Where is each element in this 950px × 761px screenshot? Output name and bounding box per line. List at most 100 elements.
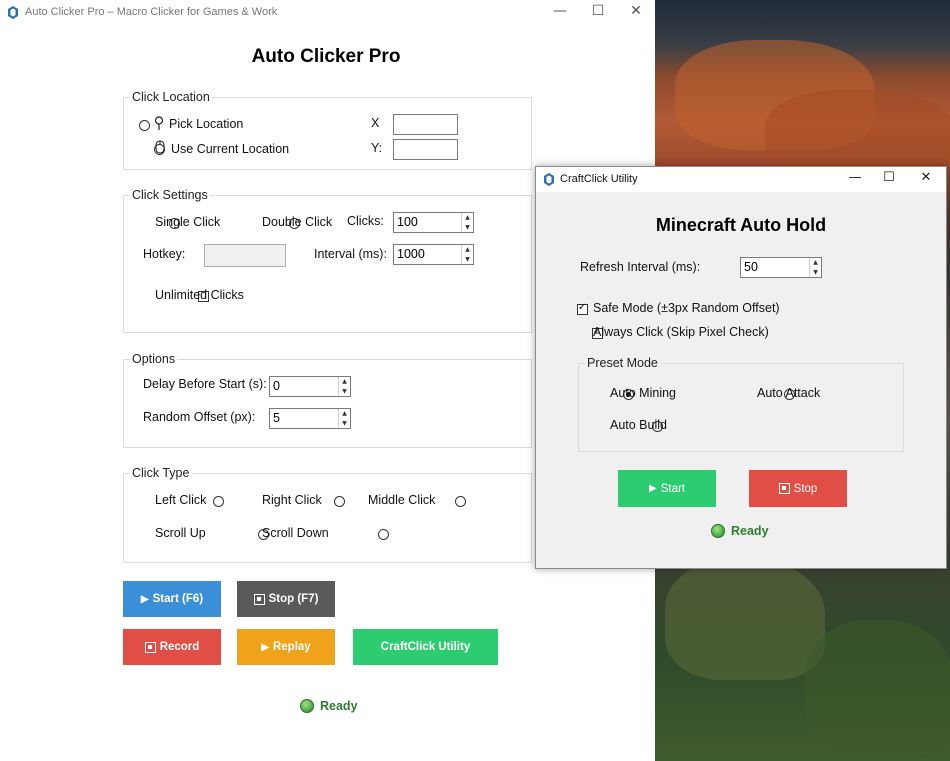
random-offset-stepper[interactable]: 5 ▲ ▼: [269, 408, 351, 429]
close-button[interactable]: ✕: [617, 0, 655, 24]
delay-stepper[interactable]: 0 ▲ ▼: [269, 376, 351, 397]
y-label: Y:: [371, 141, 383, 155]
utility-status-text: Ready: [731, 524, 769, 538]
page-title: Auto Clicker Pro: [251, 46, 401, 67]
middle-click-label: Middle Click: [368, 493, 436, 507]
interval-stepper[interactable]: 1000 ▲ ▼: [393, 244, 474, 265]
use-current-location-label: Use Current Location: [171, 142, 290, 156]
safe-mode-checkbox[interactable]: [577, 302, 588, 315]
delay-label: Delay Before Start (s):: [143, 377, 267, 391]
minimize-button[interactable]: —: [541, 0, 579, 24]
app-logo-icon: [544, 173, 554, 189]
click-settings-legend: Click Settings: [132, 188, 208, 202]
auto-build-label: Auto Build: [610, 418, 667, 432]
delay-value: 0: [273, 379, 280, 393]
app-logo-icon: [8, 5, 18, 19]
play-icon: ▶: [140, 593, 149, 605]
replay-button-label: Replay: [272, 641, 311, 653]
utility-titlebar: CraftClick Utility — ☐ ✕: [536, 167, 946, 192]
record-button[interactable]: Record: [123, 629, 221, 665]
utility-stop-label: Stop: [793, 482, 818, 495]
spin-up-icon[interactable]: ▲: [462, 213, 473, 223]
utility-close-button[interactable]: ✕: [911, 170, 941, 185]
pin-icon: [154, 116, 164, 134]
craftclick-button-label: CraftClick Utility: [380, 641, 471, 653]
spin-down-icon[interactable]: ▼: [462, 223, 473, 233]
x-label: X: [371, 116, 380, 130]
spin-down-icon[interactable]: ▼: [810, 268, 821, 278]
mouse-icon: [155, 140, 165, 158]
start-button-label: Start (F6): [152, 593, 204, 605]
craftclick-utility-window: CraftClick Utility — ☐ ✕ Minecraft Auto …: [535, 166, 947, 569]
pick-location-radio[interactable]: [139, 120, 150, 131]
clicks-stepper[interactable]: 100 ▲ ▼: [393, 212, 474, 233]
options-legend: Options: [132, 352, 176, 366]
utility-stop-button[interactable]: Stop: [749, 470, 847, 507]
utility-maximize-button[interactable]: ☐: [874, 170, 904, 185]
refresh-interval-value: 50: [744, 260, 758, 274]
spin-up-icon[interactable]: ▲: [462, 245, 473, 255]
play-icon: ▶: [649, 483, 657, 494]
craftclick-utility-button[interactable]: CraftClick Utility: [353, 629, 498, 665]
safe-mode-label: Safe Mode (±3px Random Offset): [593, 301, 780, 315]
spin-down-icon[interactable]: ▼: [462, 255, 473, 265]
scroll-down-label: Scroll Down: [262, 526, 329, 540]
utility-window-title: CraftClick Utility: [560, 173, 638, 185]
spin-up-icon[interactable]: ▲: [339, 377, 350, 387]
play-icon: ▶: [261, 641, 269, 653]
main-status: Ready: [300, 699, 358, 713]
refresh-interval-label: Refresh Interval (ms):: [580, 260, 701, 274]
random-offset-label: Random Offset (px):: [143, 410, 256, 424]
always-click-label: Always Click (Skip Pixel Check): [593, 325, 769, 339]
interval-label: Interval (ms):: [314, 247, 387, 261]
y-coordinate-input[interactable]: [393, 139, 458, 160]
utility-minimize-button[interactable]: —: [840, 170, 870, 185]
maximize-button[interactable]: ☐: [579, 0, 617, 24]
random-offset-value: 5: [273, 411, 280, 425]
clicks-label: Clicks:: [347, 214, 384, 228]
utility-start-label: Start: [660, 482, 685, 495]
scroll-up-label: Scroll Up: [155, 526, 206, 540]
utility-start-button[interactable]: ▶ Start: [618, 470, 716, 507]
left-click-label: Left Click: [155, 493, 207, 507]
spin-up-icon[interactable]: ▲: [810, 258, 821, 268]
utility-heading: Minecraft Auto Hold: [655, 215, 827, 235]
hotkey-label: Hotkey:: [143, 247, 186, 261]
stop-icon: [778, 483, 790, 494]
utility-status: Ready: [711, 524, 769, 538]
spin-up-icon[interactable]: ▲: [339, 409, 350, 419]
interval-value: 1000: [397, 247, 425, 261]
double-click-label: Double Click: [262, 215, 333, 229]
options-group: Options: [123, 352, 532, 448]
auto-attack-label: Auto Attack: [757, 386, 821, 400]
middle-click-radio[interactable]: [454, 496, 466, 507]
spin-down-icon[interactable]: ▼: [339, 419, 350, 429]
preset-mode-group: Preset Mode: [578, 356, 904, 452]
single-click-label: Single Click: [155, 215, 221, 229]
replay-button[interactable]: ▶ Replay: [237, 629, 335, 665]
main-window-title: Auto Clicker Pro – Macro Clicker for Gam…: [25, 6, 278, 18]
start-button[interactable]: ▶ Start (F6): [123, 581, 221, 617]
status-dot-icon: [711, 524, 725, 538]
record-icon: [144, 641, 156, 653]
click-type-group: Click Type: [123, 466, 532, 563]
record-button-label: Record: [159, 641, 200, 653]
spin-down-icon[interactable]: ▼: [339, 387, 350, 397]
stop-button-label: Stop (F7): [268, 593, 319, 605]
right-click-radio[interactable]: [333, 496, 345, 507]
status-dot-icon: [300, 699, 314, 713]
stop-button[interactable]: Stop (F7): [237, 581, 335, 617]
x-coordinate-input[interactable]: [393, 114, 458, 135]
right-click-label: Right Click: [262, 493, 322, 507]
preset-mode-legend: Preset Mode: [587, 356, 658, 370]
main-status-text: Ready: [320, 699, 358, 713]
stop-icon: [253, 593, 265, 605]
click-type-legend: Click Type: [132, 466, 190, 480]
hotkey-input[interactable]: [204, 244, 286, 267]
unlimited-clicks-label: Unlimited Clicks: [155, 288, 244, 302]
clicks-value: 100: [397, 215, 418, 229]
click-location-legend: Click Location: [132, 90, 210, 104]
auto-mining-label: Auto Mining: [610, 386, 677, 400]
refresh-interval-stepper[interactable]: 50 ▲ ▼: [740, 257, 822, 278]
pick-location-label: Pick Location: [169, 117, 244, 131]
